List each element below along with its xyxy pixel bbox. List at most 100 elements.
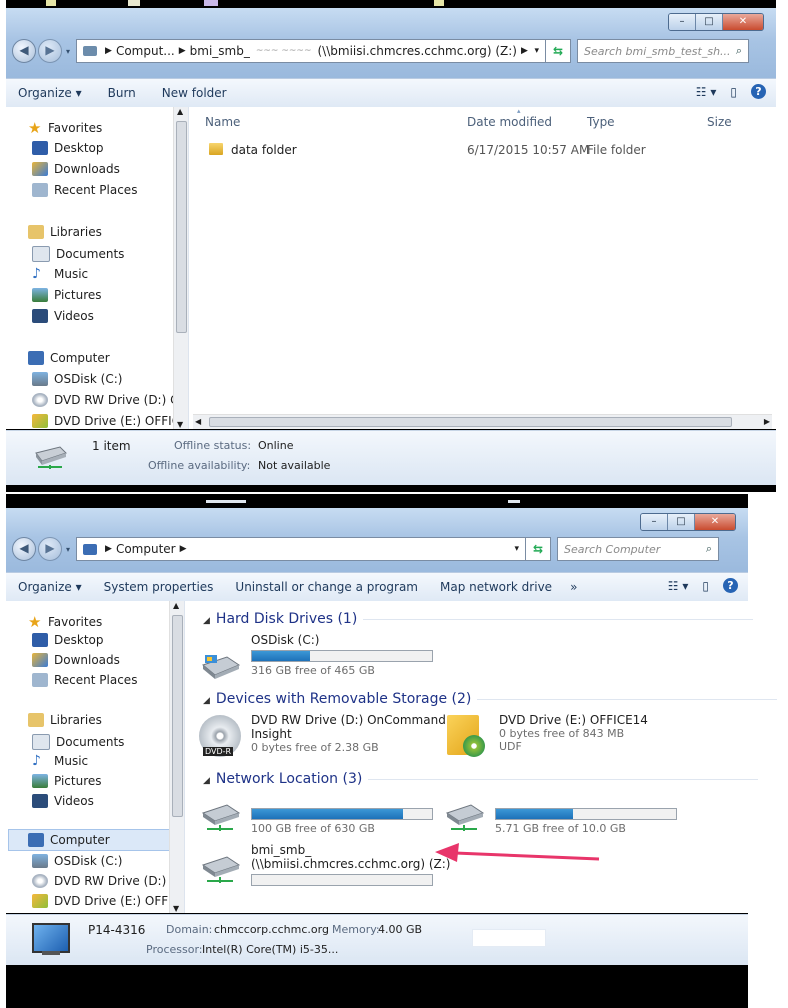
new-folder-button[interactable]: New folder bbox=[162, 86, 227, 100]
scroll-up-icon[interactable]: ▲ bbox=[173, 601, 179, 610]
nav-computer[interactable]: Computer bbox=[28, 833, 110, 847]
system-properties-button[interactable]: System properties bbox=[104, 580, 214, 594]
preview-pane-icon[interactable]: ▯ bbox=[702, 579, 709, 593]
scroll-up-icon[interactable]: ▲ bbox=[177, 107, 183, 116]
scroll-down-icon[interactable]: ▼ bbox=[177, 420, 183, 429]
nav-favorites[interactable]: ★ Favorites bbox=[28, 119, 102, 137]
map-network-drive-button[interactable]: Map network drive bbox=[440, 580, 552, 594]
horizontal-scrollbar[interactable]: ◀ ▶ bbox=[193, 414, 772, 429]
nav-scrollbar[interactable]: ▲ ▼ bbox=[169, 601, 184, 913]
search-box[interactable]: Search Computer ⌕ bbox=[557, 537, 720, 561]
drive-dvd-rw[interactable]: DVD-R DVD RW Drive (D:) OnCommand Insigh… bbox=[199, 713, 446, 757]
network-drive-2[interactable]: 5.71 GB free of 10.0 GB bbox=[443, 803, 677, 835]
network-drive-1[interactable]: 100 GB free of 630 GB bbox=[199, 803, 433, 835]
address-bar[interactable]: ▶ Computer ▶ ▾ bbox=[76, 537, 527, 561]
group-collapse-icon[interactable]: ◢ bbox=[203, 616, 210, 626]
scroll-left-icon[interactable]: ◀ bbox=[195, 417, 201, 426]
forward-button[interactable]: ▶ bbox=[38, 39, 62, 63]
breadcrumb-computer[interactable]: Computer bbox=[116, 542, 176, 556]
refresh-button[interactable]: ⇆ bbox=[546, 39, 572, 63]
nav-dvd-e[interactable]: DVD Drive (E:) OFFIC bbox=[32, 414, 180, 428]
group-collapse-icon[interactable]: ◢ bbox=[203, 696, 210, 706]
burn-button[interactable]: Burn bbox=[108, 86, 136, 100]
scroll-thumb[interactable] bbox=[172, 615, 183, 817]
network-drive-svg bbox=[35, 446, 67, 469]
group-collapse-icon[interactable]: ◢ bbox=[203, 776, 210, 786]
nav-libraries[interactable]: Libraries bbox=[28, 225, 102, 239]
column-date-modified[interactable]: Date modified bbox=[467, 115, 552, 129]
forward-button[interactable]: ▶ bbox=[38, 537, 62, 561]
nav-pictures[interactable]: Pictures bbox=[32, 288, 102, 302]
group-removable-storage[interactable]: ◢ Devices with Removable Storage (2) bbox=[203, 691, 778, 707]
help-icon[interactable]: ? bbox=[751, 84, 766, 99]
nav-osdisk[interactable]: OSDisk (C:) bbox=[32, 372, 122, 386]
breadcrumb-computer[interactable]: Comput... bbox=[116, 44, 175, 58]
file-row[interactable]: data folder 6/17/2015 10:57 AM File fold… bbox=[205, 141, 765, 161]
nav-music[interactable]: ♪ Music bbox=[32, 267, 88, 281]
minimize-button[interactable]: – bbox=[669, 14, 695, 30]
nav-documents[interactable]: Documents bbox=[32, 734, 124, 750]
column-name[interactable]: Name bbox=[205, 115, 240, 129]
column-type[interactable]: Type bbox=[587, 115, 615, 129]
close-button[interactable]: ✕ bbox=[722, 14, 763, 30]
search-icon[interactable]: ⌕ bbox=[706, 542, 712, 556]
back-button[interactable]: ◀ bbox=[12, 39, 36, 63]
hscroll-thumb[interactable] bbox=[209, 417, 732, 427]
group-hard-disk-drives[interactable]: ◢ Hard Disk Drives (1) bbox=[203, 611, 754, 627]
nav-osdisk[interactable]: OSDisk (C:) bbox=[32, 854, 122, 868]
nav-recent-places[interactable]: Recent Places bbox=[32, 673, 137, 687]
search-box[interactable]: Search bmi_smb_test_sh... ⌕ bbox=[577, 39, 750, 63]
help-icon[interactable]: ? bbox=[723, 578, 738, 593]
address-bar[interactable]: ▶ Comput... ▶ bmi_smb_ ~~~ ~~~~ (\\bmiis… bbox=[76, 39, 547, 63]
column-size[interactable]: Size bbox=[707, 115, 732, 129]
scroll-thumb[interactable] bbox=[176, 121, 187, 333]
nav-recent-places[interactable]: Recent Places bbox=[32, 183, 137, 197]
maximize-button[interactable]: □ bbox=[695, 14, 722, 30]
organize-button[interactable]: Organize ▾ bbox=[18, 580, 82, 594]
back-button[interactable]: ◀ bbox=[12, 537, 36, 561]
computer-icon bbox=[28, 833, 44, 847]
recent-pages-chevron-icon[interactable]: ▾ bbox=[66, 47, 70, 56]
nav-documents[interactable]: Documents bbox=[32, 246, 124, 262]
close-button[interactable]: ✕ bbox=[694, 514, 735, 530]
refresh-button[interactable]: ⇆ bbox=[526, 537, 552, 561]
nav-favorites[interactable]: ★ Favorites bbox=[28, 613, 102, 631]
nav-downloads[interactable]: Downloads bbox=[32, 162, 120, 176]
recent-pages-chevron-icon[interactable]: ▾ bbox=[66, 545, 70, 554]
nav-libraries[interactable]: Libraries bbox=[28, 713, 102, 727]
address-dropdown-icon[interactable]: ▾ bbox=[514, 544, 519, 554]
address-dropdown-icon[interactable]: ▾ bbox=[534, 46, 539, 56]
organize-button[interactable]: Organize ▾ bbox=[18, 86, 82, 100]
search-icon[interactable]: ⌕ bbox=[736, 44, 742, 58]
nav-dvd-e[interactable]: DVD Drive (E:) OFFIC bbox=[32, 894, 180, 908]
nav-computer[interactable]: Computer bbox=[28, 351, 110, 365]
nav-dvd-rw[interactable]: DVD RW Drive (D:) C bbox=[32, 874, 178, 888]
nav-desktop[interactable]: Desktop bbox=[32, 141, 104, 155]
folder-icon bbox=[209, 143, 223, 155]
maximize-button[interactable]: □ bbox=[667, 514, 694, 530]
nav-downloads[interactable]: Downloads bbox=[32, 653, 120, 667]
scroll-down-icon[interactable]: ▼ bbox=[173, 904, 179, 913]
nav-music[interactable]: ♪ Music bbox=[32, 754, 88, 768]
drive-name: OSDisk (C:) bbox=[251, 633, 320, 647]
breadcrumb-share[interactable]: bmi_smb_ bbox=[190, 44, 250, 58]
nav-videos[interactable]: Videos bbox=[32, 309, 94, 323]
breadcrumb-separator-icon: ▶ bbox=[105, 544, 112, 554]
nav-desktop[interactable]: Desktop bbox=[32, 633, 104, 647]
nav-scrollbar[interactable]: ▲ ▼ bbox=[173, 107, 188, 429]
drive-dvd-e[interactable]: DVD Drive (E:) OFFICE14 0 bytes free of … bbox=[447, 713, 648, 757]
nav-pictures[interactable]: Pictures bbox=[32, 774, 102, 788]
minimize-button[interactable]: – bbox=[641, 514, 667, 530]
view-options-icon[interactable]: ☷ ▾ bbox=[696, 85, 717, 99]
network-share-icon bbox=[32, 443, 68, 469]
nav-videos[interactable]: Videos bbox=[32, 794, 94, 808]
drive-osdisk[interactable]: OSDisk (C:) 316 GB free of 465 GB bbox=[199, 633, 433, 679]
nav-dvd-rw[interactable]: DVD RW Drive (D:) C bbox=[32, 393, 178, 407]
uninstall-program-button[interactable]: Uninstall or change a program bbox=[235, 580, 418, 594]
preview-pane-icon[interactable]: ▯ bbox=[730, 85, 737, 99]
view-options-icon[interactable]: ☷ ▾ bbox=[668, 579, 689, 593]
scroll-right-icon[interactable]: ▶ bbox=[764, 417, 770, 426]
group-network-location[interactable]: ◢ Network Location (3) bbox=[203, 771, 759, 787]
more-commands-chevron-icon[interactable]: » bbox=[570, 580, 577, 594]
network-drive-bmi-smb[interactable]: bmi_smb_ (\\bmiisi.chmcres.cchmc.org) (Z… bbox=[199, 843, 450, 888]
